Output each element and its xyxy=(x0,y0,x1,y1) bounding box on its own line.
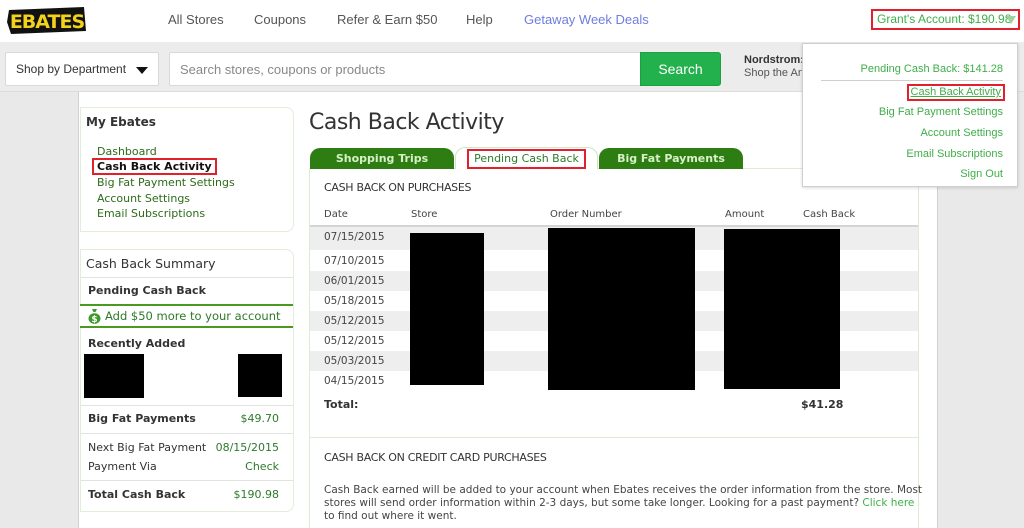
ebates-logo[interactable]: EBATES xyxy=(6,4,88,36)
purchases-section-title: CASH BACK ON PURCHASES xyxy=(324,181,472,194)
sidebar-link-big-fat-payment-settings[interactable]: Big Fat Payment Settings xyxy=(97,176,235,189)
promo-title[interactable]: Nordstrom: xyxy=(744,54,804,66)
money-bag-icon: $ xyxy=(88,309,101,324)
divider xyxy=(81,480,293,481)
my-ebates-title: My Ebates xyxy=(86,115,156,129)
sidebar-link-cash-back-activity[interactable]: Cash Back Activity xyxy=(92,158,217,175)
click-here-link[interactable]: Click here xyxy=(862,497,914,509)
menu-item-big-fat-payment-settings[interactable]: Big Fat Payment Settings xyxy=(879,106,1003,118)
divider xyxy=(81,277,293,278)
recently-added-label: Recently Added xyxy=(88,337,186,350)
logo-text: EBATES xyxy=(10,11,85,33)
big-fat-payments-value: $49.70 xyxy=(240,412,280,425)
sidebar-link-account-settings[interactable]: Account Settings xyxy=(97,192,190,205)
row-date: 05/18/2015 xyxy=(324,295,385,307)
menu-item-account-settings[interactable]: Account Settings xyxy=(920,127,1003,139)
account-menu-button[interactable]: Grant's Account: $190.98 xyxy=(871,9,1020,30)
next-payment-label: Next Big Fat Payment xyxy=(88,441,207,454)
tab-pending-cash-back[interactable]: Pending Cash Back xyxy=(455,147,598,169)
my-ebates-panel: My Ebates Dashboard Cash Back Activity B… xyxy=(80,107,294,232)
nav-help[interactable]: Help xyxy=(466,12,493,27)
section-divider xyxy=(310,437,918,438)
redacted-block xyxy=(238,354,282,397)
total-label: Total: xyxy=(324,398,359,411)
cash-back-summary-panel: Cash Back Summary Pending Cash Back $ Ad… xyxy=(80,249,294,512)
nav-coupons[interactable]: Coupons xyxy=(254,12,306,27)
sidebar-link-email-subscriptions[interactable]: Email Subscriptions xyxy=(97,207,205,220)
credit-card-note: Cash Back earned will be added to your a… xyxy=(324,484,924,523)
menu-item-email-subscriptions[interactable]: Email Subscriptions xyxy=(906,148,1003,160)
row-date: 07/15/2015 xyxy=(324,231,385,243)
row-date: 05/03/2015 xyxy=(324,355,385,367)
redacted-block xyxy=(84,354,144,398)
note-text: Cash Back earned will be added to your a… xyxy=(324,484,923,509)
row-date: 07/10/2015 xyxy=(324,255,385,267)
tab-shopping-trips[interactable]: Shopping Trips xyxy=(310,148,454,169)
pending-cash-back-label: Pending Cash Back xyxy=(88,284,206,297)
column-header-date[interactable]: Date xyxy=(324,209,348,220)
total-cash-back-value: $190.98 xyxy=(233,488,280,501)
tab-label: Pending Cash Back xyxy=(467,149,586,169)
sidebar-link-dashboard[interactable]: Dashboard xyxy=(97,145,157,158)
menu-item-sign-out[interactable]: Sign Out xyxy=(960,168,1003,180)
summary-title: Cash Back Summary xyxy=(86,256,216,271)
chevron-down-icon xyxy=(1006,16,1016,24)
row-date: 05/12/2015 xyxy=(324,315,385,327)
menu-pending-cash-back[interactable]: Pending Cash Back: $141.28 xyxy=(861,63,1004,75)
nav-refer-earn[interactable]: Refer & Earn $50 xyxy=(337,12,437,27)
add-more-text: Add $50 more to your account xyxy=(105,309,281,323)
redacted-order-column xyxy=(548,228,695,390)
page-title: Cash Back Activity xyxy=(309,110,504,135)
add-more-banner[interactable]: $ Add $50 more to your account xyxy=(80,304,293,328)
row-date: 05/12/2015 xyxy=(324,335,385,347)
payment-via-value: Check xyxy=(245,460,279,473)
search-button[interactable]: Search xyxy=(640,52,721,86)
divider xyxy=(81,405,293,406)
account-label: Grant's Account: $190.98 xyxy=(877,12,1012,26)
shop-by-department-dropdown[interactable]: Shop by Department xyxy=(5,52,159,86)
caret-down-icon xyxy=(136,67,148,74)
credit-card-section-title: CASH BACK ON CREDIT CARD PURCHASES xyxy=(324,451,547,464)
total-cash-back-label: Total Cash Back xyxy=(88,488,186,501)
row-date: 06/01/2015 xyxy=(324,275,385,287)
redacted-amount-column xyxy=(724,229,840,389)
next-payment-value: 08/15/2015 xyxy=(215,441,279,454)
total-cash-back: $41.28 xyxy=(801,398,844,411)
search-input[interactable] xyxy=(169,52,641,86)
column-header-cash-back[interactable]: Cash Back xyxy=(803,209,855,220)
payment-via-label: Payment Via xyxy=(88,460,157,473)
nav-getaway-deals[interactable]: Getaway Week Deals xyxy=(524,12,649,27)
redacted-store-column xyxy=(410,233,484,385)
department-label: Shop by Department xyxy=(16,62,127,76)
row-date: 04/15/2015 xyxy=(324,375,385,387)
tab-big-fat-payments[interactable]: Big Fat Payments xyxy=(599,148,743,169)
note-text-end: to find out where it went. xyxy=(324,510,457,522)
svg-text:$: $ xyxy=(91,315,97,324)
column-header-store[interactable]: Store xyxy=(411,209,437,220)
nav-all-stores[interactable]: All Stores xyxy=(168,12,224,27)
menu-item-cash-back-activity[interactable]: Cash Back Activity xyxy=(906,84,1005,101)
divider xyxy=(81,433,293,434)
column-header-amount[interactable]: Amount xyxy=(725,209,764,220)
column-header-order-number[interactable]: Order Number xyxy=(550,209,622,220)
menu-divider xyxy=(821,80,1003,81)
promo-subtitle[interactable]: Shop the Anniversary Sale xyxy=(744,67,806,79)
big-fat-payments-label: Big Fat Payments xyxy=(88,412,196,425)
account-dropdown-menu: Pending Cash Back: $141.28 Cash Back Act… xyxy=(802,43,1018,187)
top-header: EBATES All Stores Coupons Refer & Earn $… xyxy=(0,0,1024,42)
